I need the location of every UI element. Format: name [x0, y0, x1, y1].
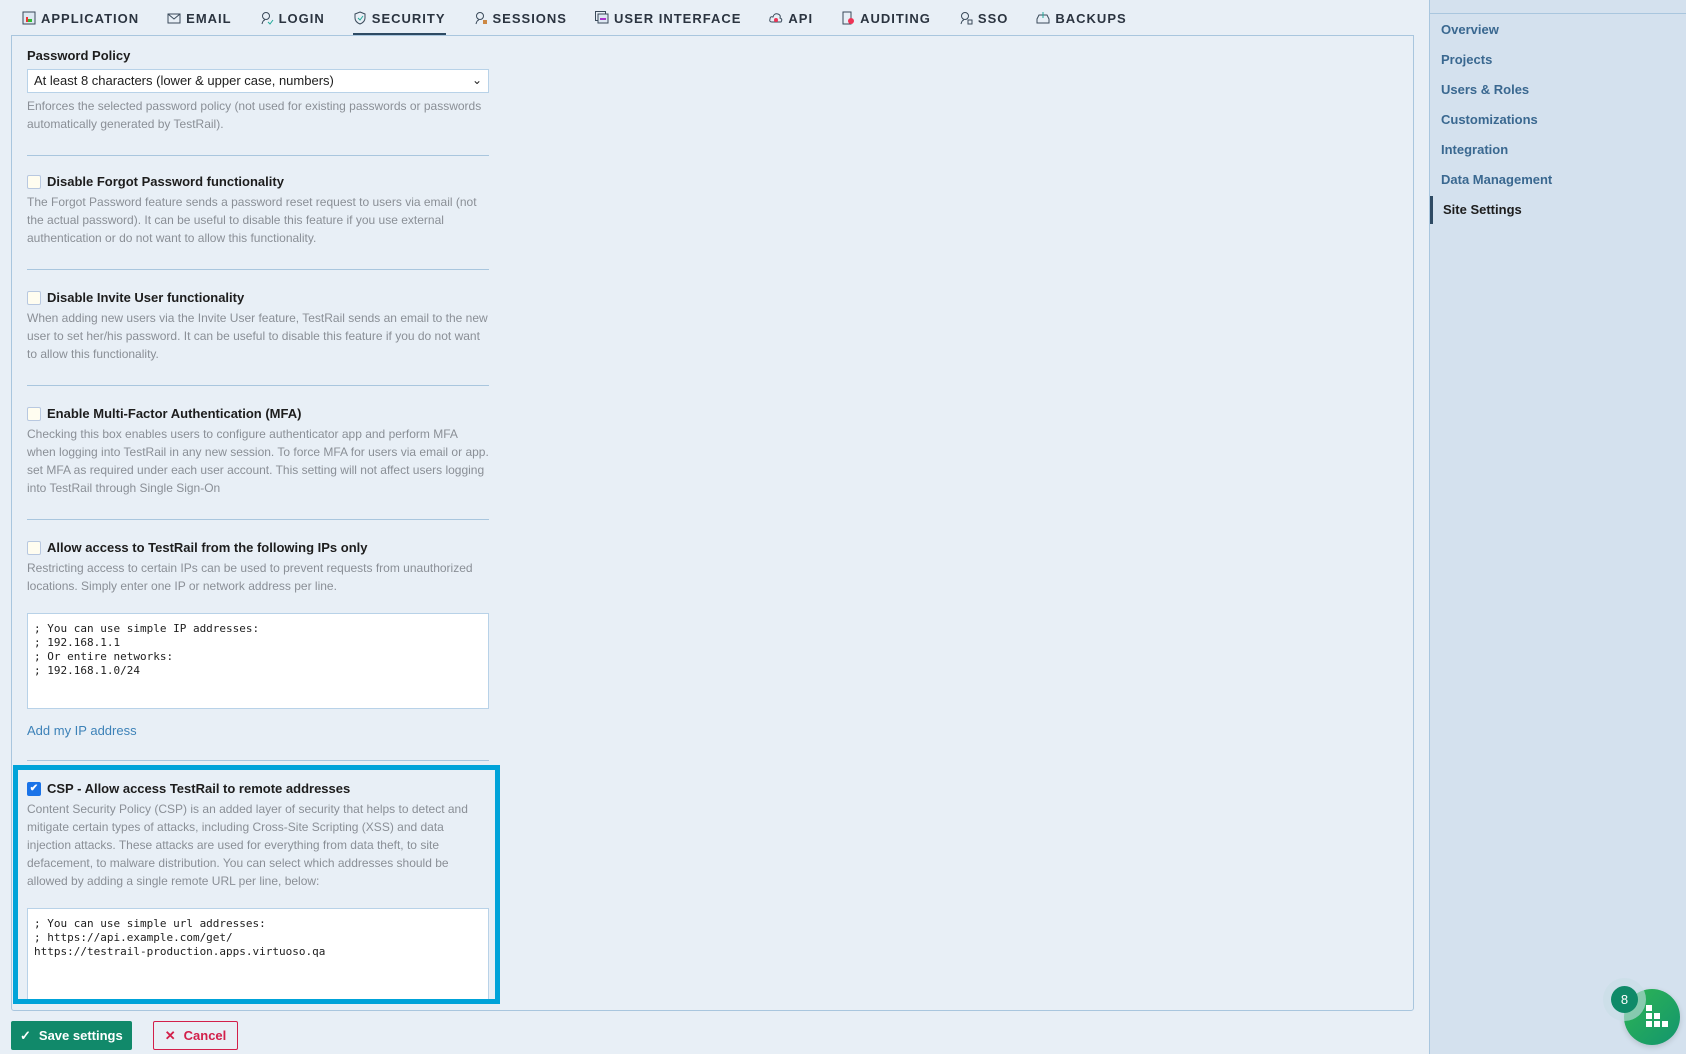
sessions-icon	[474, 11, 488, 25]
tab-label: SECURITY	[371, 10, 446, 26]
sso-icon	[959, 11, 973, 25]
password-policy-label: Password Policy	[27, 48, 131, 63]
forgot-password-label: Disable Forgot Password functionality	[47, 174, 284, 189]
mfa-row: Enable Multi-Factor Authentication (MFA)	[27, 406, 489, 421]
tab-label: AUDITING	[860, 10, 931, 26]
auditing-icon	[841, 11, 855, 25]
backups-icon	[1036, 11, 1050, 25]
cancel-button[interactable]: ✕ Cancel	[152, 1021, 239, 1050]
sidebar-item-overview[interactable]: Overview	[1430, 14, 1686, 44]
ip-restrict-checkbox[interactable]	[27, 540, 41, 555]
sidebar-item-data-management[interactable]: Data Management	[1430, 164, 1686, 194]
tab-label: BACKUPS	[1055, 10, 1127, 26]
csp-highlight-frame	[13, 765, 500, 1004]
api-cloud-icon	[769, 11, 783, 25]
divider	[27, 155, 489, 156]
close-icon: ✕	[164, 1027, 176, 1043]
email-icon	[167, 11, 181, 25]
forgot-password-help: The Forgot Password feature sends a pass…	[27, 195, 477, 245]
ip-addresses-textarea[interactable]: ; You can use simple IP addresses: ; 192…	[27, 613, 489, 709]
tab-auditing[interactable]: AUDITING	[831, 0, 941, 36]
sidebar-header	[1430, 0, 1686, 14]
ip-restrict-help: Restricting access to certain IPs can be…	[27, 561, 473, 593]
invite-user-row: Disable Invite User functionality	[27, 290, 489, 305]
password-policy-help: Enforces the selected password policy (n…	[27, 99, 482, 131]
tab-login[interactable]: LOGIN	[250, 0, 335, 36]
sidebar-item-customizations[interactable]: Customizations	[1430, 104, 1686, 134]
tab-label: SSO	[977, 10, 1009, 26]
save-label: Save settings	[38, 1028, 123, 1043]
divider	[27, 269, 489, 270]
application-icon	[22, 11, 36, 25]
sidebar-item-projects[interactable]: Projects	[1430, 44, 1686, 74]
shield-icon	[353, 11, 367, 25]
form-actions: ✓ Save settings ✕ Cancel	[11, 1021, 239, 1050]
sidebar-item-site-settings[interactable]: Site Settings	[1430, 194, 1686, 224]
save-settings-button[interactable]: ✓ Save settings	[11, 1021, 132, 1050]
mfa-help: Checking this box enables users to confi…	[27, 427, 489, 495]
tab-security[interactable]: SECURITY	[343, 0, 456, 36]
divider	[27, 760, 489, 761]
add-my-ip-link[interactable]: Add my IP address	[27, 723, 137, 738]
checkmark-icon: ✓	[20, 1027, 31, 1043]
tab-label: USER INTERFACE	[613, 10, 742, 26]
forgot-password-row: Disable Forgot Password functionality	[27, 174, 489, 189]
chevron-down-icon: ⌄	[471, 73, 482, 87]
invite-user-checkbox[interactable]	[27, 290, 41, 305]
cancel-label: Cancel	[183, 1028, 227, 1043]
tab-email[interactable]: EMAIL	[157, 0, 241, 36]
mfa-checkbox[interactable]	[27, 406, 41, 421]
ip-restrict-row: Allow access to TestRail from the follow…	[27, 540, 489, 555]
tab-label: EMAIL	[186, 10, 232, 26]
tab-sso[interactable]: SSO	[949, 0, 1018, 36]
divider	[27, 385, 489, 386]
invite-user-label: Disable Invite User functionality	[47, 290, 245, 305]
ip-restrict-label: Allow access to TestRail from the follow…	[47, 540, 368, 555]
password-policy-select[interactable]: At least 8 characters (lower & upper cas…	[27, 69, 489, 93]
mfa-label: Enable Multi-Factor Authentication (MFA)	[47, 406, 302, 421]
tab-application[interactable]: APPLICATION	[12, 0, 149, 36]
tab-label: LOGIN	[278, 10, 325, 26]
settings-tabs: APPLICATION EMAIL LOGIN SECURITY SESSION…	[12, 0, 1145, 36]
sidebar-item-integration[interactable]: Integration	[1430, 134, 1686, 164]
tab-backups[interactable]: BACKUPS	[1026, 0, 1136, 36]
tab-api[interactable]: API	[759, 0, 823, 36]
login-icon	[260, 11, 274, 25]
tab-label: SESSIONS	[492, 10, 567, 26]
forgot-password-checkbox[interactable]	[27, 174, 41, 189]
invite-user-help: When adding new users via the Invite Use…	[27, 311, 488, 361]
notification-badge: 8	[1611, 986, 1638, 1013]
tab-user-interface[interactable]: USER INTERFACE	[585, 0, 751, 36]
tab-label: APPLICATION	[41, 10, 140, 26]
sidebar-item-users-roles[interactable]: Users & Roles	[1430, 74, 1686, 104]
main-area: APPLICATION EMAIL LOGIN SECURITY SESSION…	[0, 0, 1429, 1054]
password-policy-value: At least 8 characters (lower & upper cas…	[34, 73, 334, 88]
divider	[27, 519, 489, 520]
user-interface-icon	[594, 11, 609, 25]
tab-label: API	[788, 10, 814, 26]
tab-sessions[interactable]: SESSIONS	[464, 0, 577, 36]
admin-sidebar: Overview Projects Users & Roles Customiz…	[1429, 0, 1686, 1054]
